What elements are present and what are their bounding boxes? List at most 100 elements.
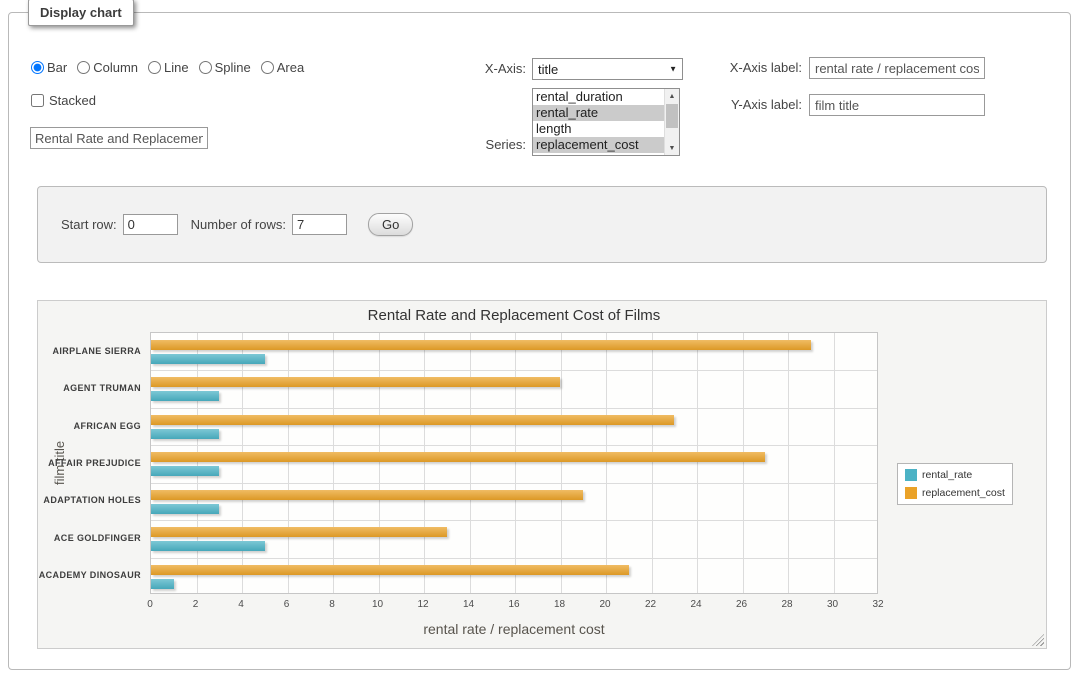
chart-type-radio-group: Bar Column Line Spline Area	[31, 60, 304, 75]
x-tick-label: 10	[358, 599, 398, 610]
chart-type-option-spline[interactable]: Spline	[199, 60, 251, 75]
bar-replacement_cost-AGENT TRUMAN	[151, 377, 560, 387]
y-axis-label-caption: Y-Axis label:	[644, 94, 802, 116]
bar-replacement_cost-AFFAIR PREJUDICE	[151, 452, 765, 462]
stacked-checkbox[interactable]	[31, 94, 44, 107]
x-tick-label: 16	[494, 599, 534, 610]
gridline-vertical	[424, 333, 425, 593]
radio-area[interactable]	[261, 61, 274, 74]
gridline-vertical	[697, 333, 698, 593]
category-label: AFFAIR PREJUDICE	[38, 458, 141, 468]
series-option-length[interactable]: length	[533, 121, 679, 137]
x-tick-label: 22	[631, 599, 671, 610]
chart-type-option-area[interactable]: Area	[261, 60, 304, 75]
legend-swatch-rental_rate	[905, 469, 917, 481]
bar-rental_rate-AFFAIR PREJUDICE	[151, 466, 219, 476]
bar-rental_rate-AFRICAN EGG	[151, 429, 219, 439]
legend-label: rental_rate	[922, 469, 972, 481]
x-axis-label-input[interactable]	[809, 57, 985, 79]
radio-label: Bar	[47, 60, 67, 75]
start-row-label: Start row:	[61, 217, 117, 232]
category-label: ACE GOLDFINGER	[38, 533, 141, 543]
x-tick-label: 26	[722, 599, 762, 610]
number-of-rows-input[interactable]	[292, 214, 347, 235]
x-tick-label: 28	[767, 599, 807, 610]
x-axis-title: rental rate / replacement cost	[150, 621, 878, 637]
gridline-vertical	[333, 333, 334, 593]
x-tick-label: 14	[449, 599, 489, 610]
bar-rental_rate-ADAPTATION HOLES	[151, 504, 219, 514]
radio-bar[interactable]	[31, 61, 44, 74]
category-label: AFRICAN EGG	[38, 421, 141, 431]
gridline-vertical	[288, 333, 289, 593]
fieldset-legend: Display chart	[28, 0, 134, 26]
category-label: AIRPLANE SIERRA	[38, 346, 141, 356]
gridline-horizontal	[151, 370, 877, 371]
series-option-replacement_cost[interactable]: replacement_cost	[533, 137, 679, 153]
plot-area	[150, 332, 878, 594]
bar-replacement_cost-ADAPTATION HOLES	[151, 490, 583, 500]
stacked-checkbox-row[interactable]: Stacked	[31, 93, 96, 108]
scroll-down-icon[interactable]: ▼	[665, 141, 679, 155]
go-button[interactable]: Go	[368, 213, 413, 236]
x-tick-label: 6	[267, 599, 307, 610]
x-tick-label: 24	[676, 599, 716, 610]
bar-rental_rate-AIRPLANE SIERRA	[151, 354, 265, 364]
series-caption: Series:	[429, 134, 526, 156]
gridline-vertical	[197, 333, 198, 593]
chart-panel: Rental Rate and Replacement Cost of Film…	[37, 300, 1047, 649]
bar-replacement_cost-AIRPLANE SIERRA	[151, 340, 811, 350]
x-axis-selected-value: title	[538, 62, 558, 77]
gridline-horizontal	[151, 445, 877, 446]
gridline-horizontal	[151, 408, 877, 409]
resize-handle-icon[interactable]	[1032, 634, 1044, 646]
x-axis-caption: X-Axis:	[429, 58, 526, 80]
bar-replacement_cost-AFRICAN EGG	[151, 415, 674, 425]
x-tick-label: 0	[130, 599, 170, 610]
rows-panel: Start row: Number of rows: Go	[37, 186, 1047, 263]
gridline-vertical	[834, 333, 835, 593]
chart-legend: rental_rate replacement_cost	[897, 463, 1013, 505]
radio-column[interactable]	[77, 61, 90, 74]
radio-label: Area	[277, 60, 304, 75]
x-tick-label: 2	[176, 599, 216, 610]
bar-replacement_cost-ACADEMY DINOSAUR	[151, 565, 629, 575]
x-tick-label: 12	[403, 599, 443, 610]
x-tick-label: 4	[221, 599, 261, 610]
chart-type-option-bar[interactable]: Bar	[31, 60, 67, 75]
legend-label: replacement_cost	[922, 487, 1005, 499]
bar-rental_rate-ACE GOLDFINGER	[151, 541, 265, 551]
gridline-vertical	[242, 333, 243, 593]
radio-label: Spline	[215, 60, 251, 75]
radio-spline[interactable]	[199, 61, 212, 74]
start-row-input[interactable]	[123, 214, 178, 235]
radio-label: Line	[164, 60, 189, 75]
chart-title: Rental Rate and Replacement Cost of Film…	[150, 307, 878, 324]
bar-rental_rate-ACADEMY DINOSAUR	[151, 579, 174, 589]
gridline-horizontal	[151, 558, 877, 559]
y-axis-label-input[interactable]	[809, 94, 985, 116]
stacked-label: Stacked	[49, 93, 96, 108]
display-chart-fieldset: Display chart BarColumnLineSplineArea St…	[8, 12, 1071, 670]
gridline-vertical	[652, 333, 653, 593]
radio-line[interactable]	[148, 61, 161, 74]
chart-type-option-column[interactable]: Column	[77, 60, 138, 75]
gridline-vertical	[743, 333, 744, 593]
gridline-vertical	[606, 333, 607, 593]
x-tick-label: 8	[312, 599, 352, 610]
chart-title-input[interactable]	[30, 127, 208, 149]
bar-rental_rate-AGENT TRUMAN	[151, 391, 219, 401]
bar-replacement_cost-ACE GOLDFINGER	[151, 527, 447, 537]
legend-item-rental_rate: rental_rate	[905, 469, 1005, 481]
gridline-vertical	[470, 333, 471, 593]
x-axis-label-caption: X-Axis label:	[644, 57, 802, 79]
chart-type-option-line[interactable]: Line	[148, 60, 189, 75]
category-label: ACADEMY DINOSAUR	[38, 570, 141, 580]
number-of-rows-label: Number of rows:	[191, 217, 286, 232]
radio-label: Column	[93, 60, 138, 75]
x-tick-label: 18	[540, 599, 580, 610]
legend-item-replacement_cost: replacement_cost	[905, 487, 1005, 499]
x-tick-label: 20	[585, 599, 625, 610]
x-tick-label: 32	[858, 599, 898, 610]
gridline-horizontal	[151, 483, 877, 484]
